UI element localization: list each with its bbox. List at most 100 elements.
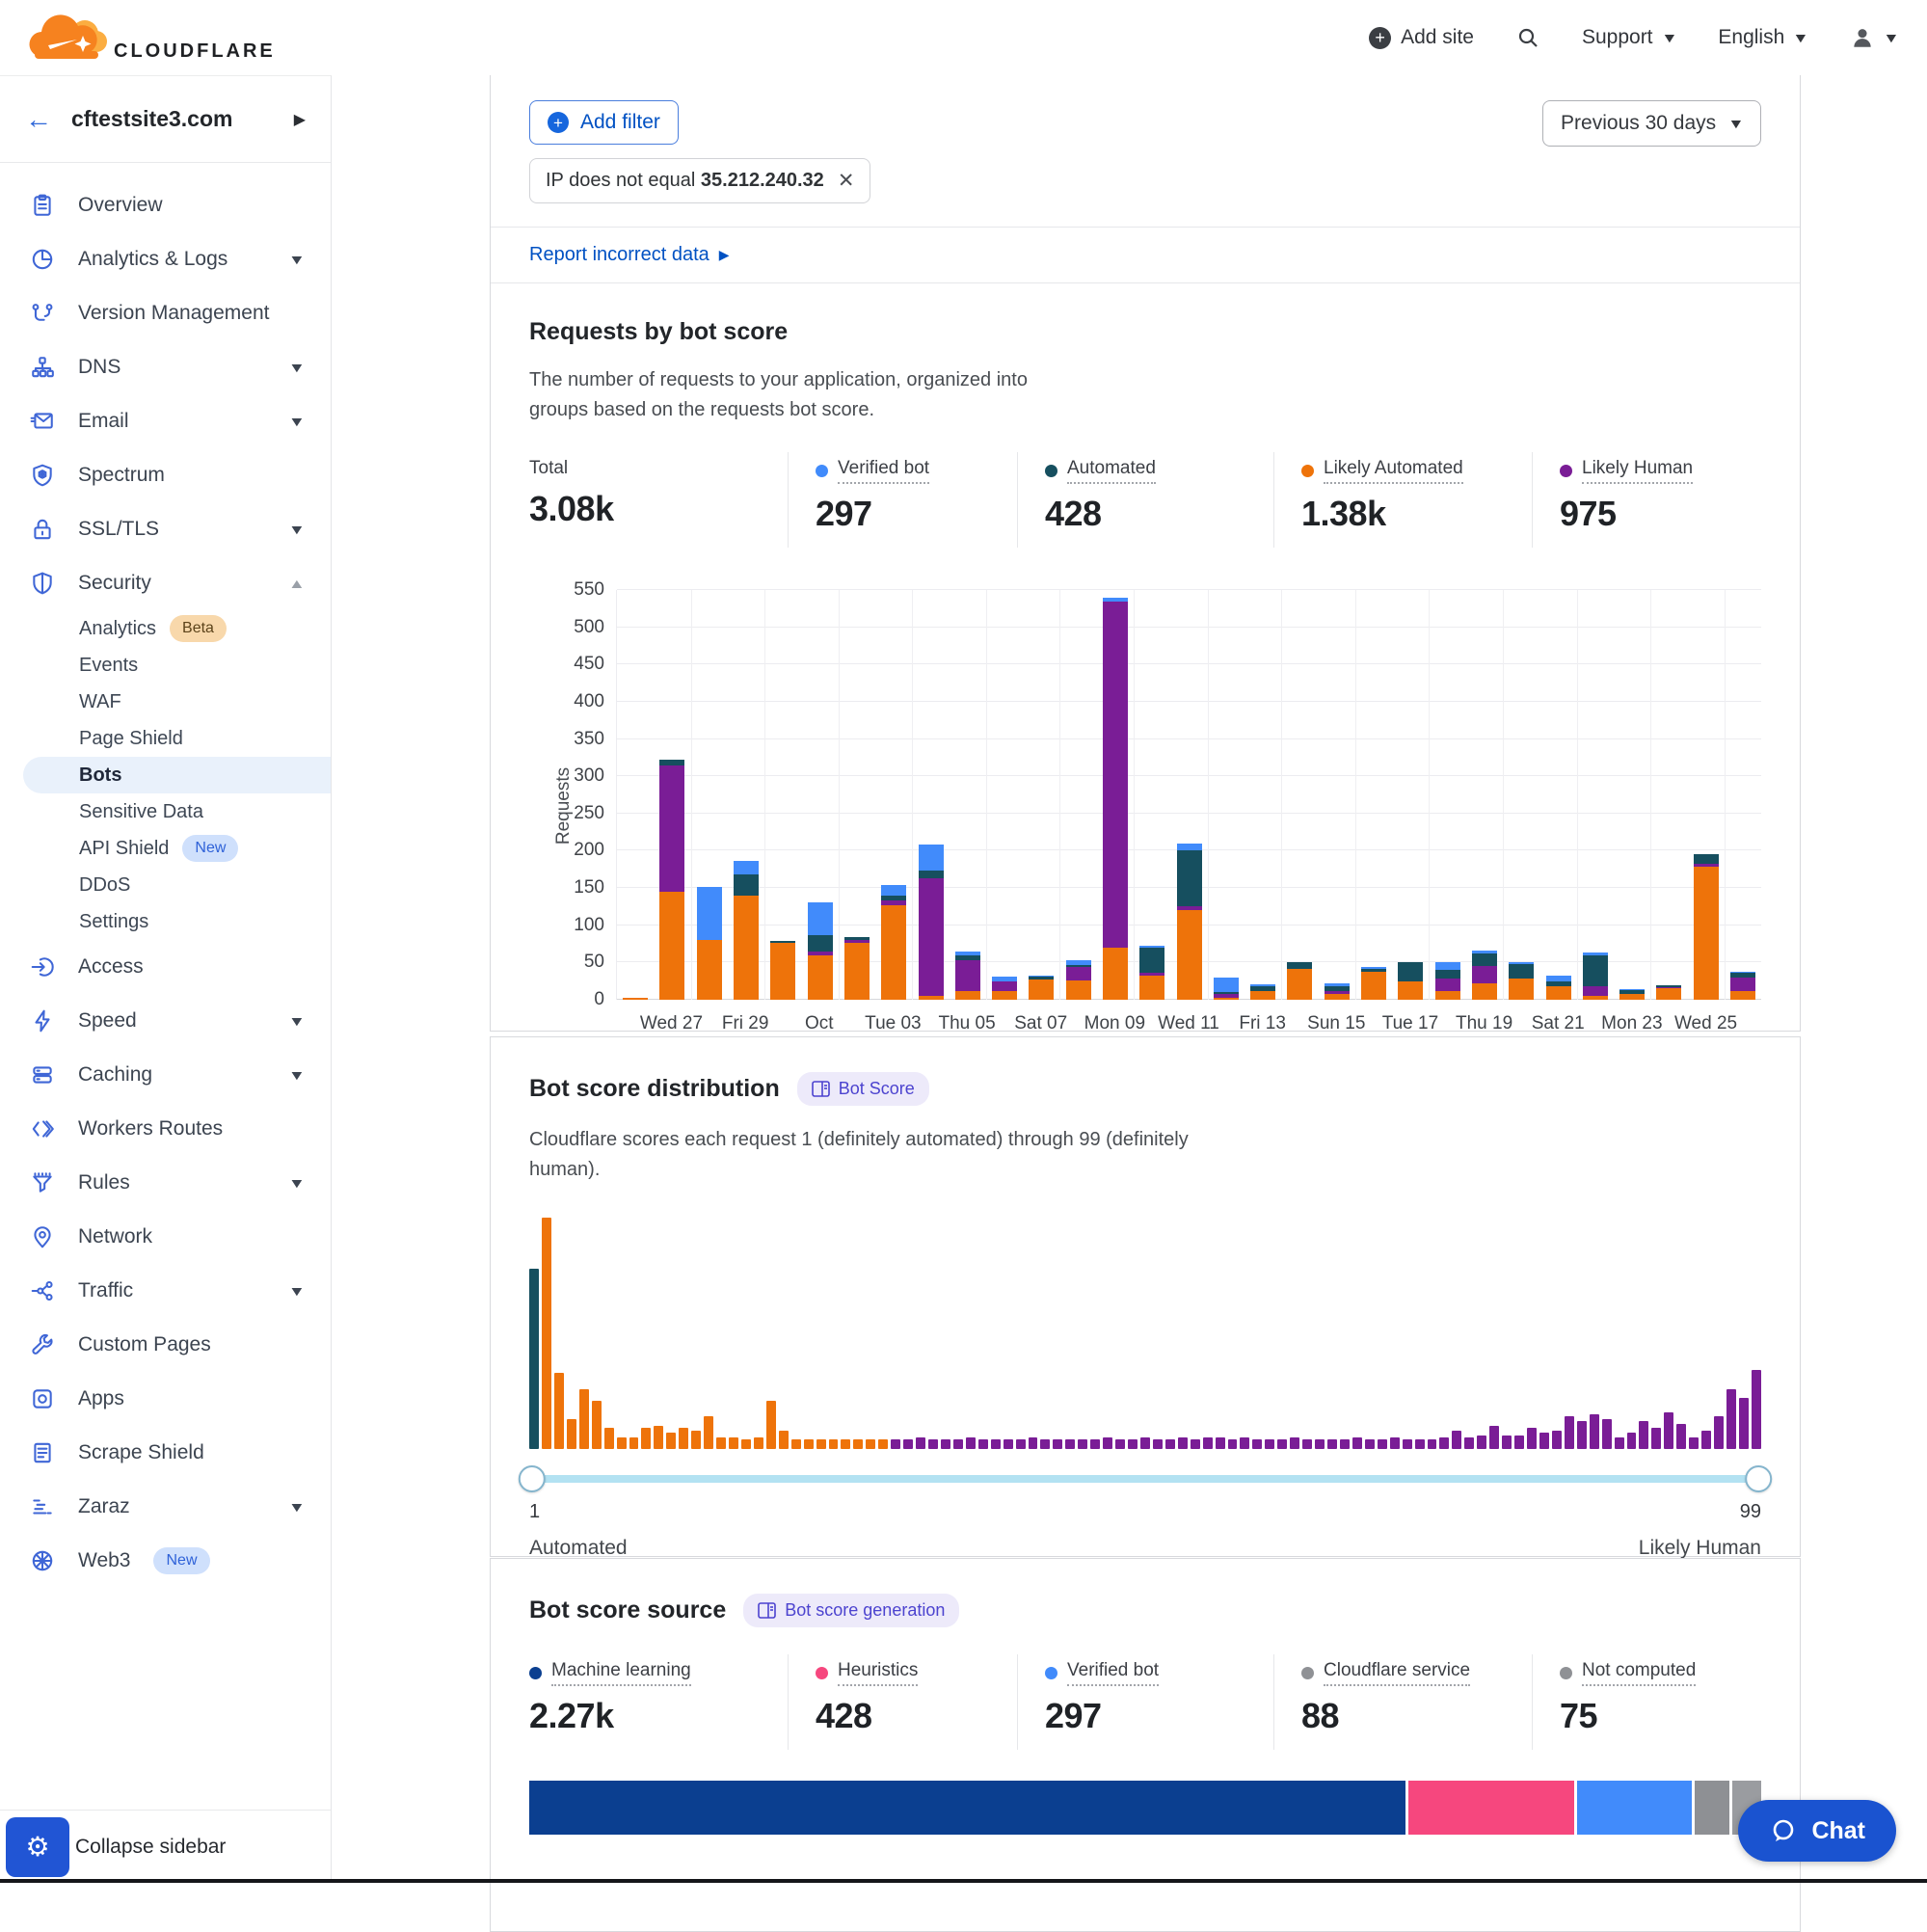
sidebar-item-sensitive-data[interactable]: Sensitive Data xyxy=(0,793,331,830)
bar-sat-30[interactable] xyxy=(764,590,801,1000)
stat-label[interactable]: Likely Human xyxy=(1582,458,1693,484)
bar-sat-21[interactable] xyxy=(1539,590,1576,1000)
stat-label[interactable]: Verified bot xyxy=(1067,1660,1159,1686)
bar-tue-17[interactable] xyxy=(1392,590,1429,1000)
sidebar-item-version-management[interactable]: Version Management xyxy=(0,286,331,340)
bar-sat-14[interactable] xyxy=(1281,590,1318,1000)
sidebar-item-analytics-logs[interactable]: Analytics & Logs▼ xyxy=(0,232,331,286)
source-segment-cloudflare-service[interactable] xyxy=(1695,1781,1728,1835)
report-incorrect-data-link[interactable]: Report incorrect data ▶ xyxy=(529,244,730,266)
bar-fri-13[interactable] xyxy=(1245,590,1281,1000)
search-button[interactable] xyxy=(1516,26,1539,49)
sidebar-item-bots[interactable]: Bots xyxy=(23,757,331,793)
bar-thu-26[interactable] xyxy=(1725,590,1761,1000)
collapse-sidebar-button[interactable]: Collapse sidebar xyxy=(75,1836,226,1859)
bar-thu-19[interactable] xyxy=(1466,590,1503,1000)
slider-handle-min[interactable] xyxy=(519,1465,546,1492)
slider-handle-max[interactable] xyxy=(1745,1465,1772,1492)
sidebar-item-caching[interactable]: Caching▼ xyxy=(0,1048,331,1102)
stat-label[interactable]: Automated xyxy=(1067,458,1156,484)
bar-wed-18[interactable] xyxy=(1430,590,1466,1000)
stat-label[interactable]: Cloudflare service xyxy=(1324,1660,1470,1686)
bot-score-histogram[interactable] xyxy=(529,1218,1761,1449)
sidebar-item-security[interactable]: Security▲ xyxy=(0,556,331,610)
bar-wed-11[interactable] xyxy=(1170,590,1207,1000)
site-selector[interactable]: ← cftestsite3.com ▶ xyxy=(0,76,331,163)
bar-thu-12[interactable] xyxy=(1208,590,1245,1000)
bar-mon-02[interactable] xyxy=(839,590,875,1000)
sidebar-item-zaraz[interactable]: Zaraz▼ xyxy=(0,1480,331,1534)
bar-wed-27[interactable] xyxy=(654,590,690,1000)
source-segment-heuristics[interactable] xyxy=(1408,1781,1574,1835)
filter-chip[interactable]: IP does not equal 35.212.240.32 ✕ xyxy=(529,158,870,203)
time-range-dropdown[interactable]: Previous 30 days ▼ xyxy=(1542,100,1761,147)
stat-label[interactable]: Likely Automated xyxy=(1324,458,1463,484)
bar-tue-03[interactable] xyxy=(875,590,912,1000)
bar-wed-25[interactable] xyxy=(1688,590,1725,1000)
bar-sun-15[interactable] xyxy=(1319,590,1355,1000)
bar-mon-23[interactable] xyxy=(1614,590,1650,1000)
stat-label[interactable]: Heuristics xyxy=(838,1660,918,1686)
sidebar-item-email[interactable]: Email▼ xyxy=(0,394,331,448)
stat-label[interactable]: Verified bot xyxy=(838,458,929,484)
sidebar-item-api-shield[interactable]: API ShieldNew xyxy=(0,830,331,867)
cloudflare-logo[interactable]: CLOUDFLARE xyxy=(29,13,276,63)
close-icon[interactable]: ✕ xyxy=(838,169,855,193)
chat-button[interactable]: Chat xyxy=(1738,1800,1896,1862)
sidebar-item-web3[interactable]: Web3New xyxy=(0,1534,331,1588)
source-segment-verified-bot[interactable] xyxy=(1577,1781,1692,1835)
bar-thu-05[interactable] xyxy=(950,590,986,1000)
bar-fri-20[interactable] xyxy=(1503,590,1539,1000)
sidebar-item-ssl-tls[interactable]: SSL/TLS▼ xyxy=(0,502,331,556)
sidebar-item-scrape-shield[interactable]: Scrape Shield xyxy=(0,1426,331,1480)
score-bar-82 xyxy=(1539,1433,1549,1449)
slider-track[interactable] xyxy=(529,1475,1761,1483)
bot-score-docs-badge[interactable]: Bot Score xyxy=(797,1072,929,1106)
stat-label[interactable]: Machine learning xyxy=(551,1660,691,1686)
bar-mon-09[interactable] xyxy=(1097,590,1134,1000)
sidebar-item-page-shield[interactable]: Page Shield xyxy=(0,720,331,757)
source-segment-machine-learning[interactable] xyxy=(529,1781,1405,1835)
sidebar-item-waf[interactable]: WAF xyxy=(0,684,331,720)
sidebar-item-network[interactable]: Network xyxy=(0,1210,331,1264)
bar-tue-26[interactable] xyxy=(617,590,654,1000)
sidebar-item-analytics[interactable]: AnalyticsBeta xyxy=(0,610,331,647)
sidebar-item-workers-routes[interactable]: Workers Routes xyxy=(0,1102,331,1156)
back-arrow-icon[interactable]: ← xyxy=(25,106,52,133)
sidebar-item-access[interactable]: Access xyxy=(0,940,331,994)
sidebar-item-label: Traffic xyxy=(78,1279,133,1302)
sidebar-item-apps[interactable]: Apps xyxy=(0,1372,331,1426)
sidebar-item-speed[interactable]: Speed▼ xyxy=(0,994,331,1048)
add-site-button[interactable]: + Add site xyxy=(1369,26,1474,49)
sidebar-item-ddos[interactable]: DDoS xyxy=(0,867,331,903)
language-menu[interactable]: English ▼ xyxy=(1718,26,1807,49)
sidebar-item-dns[interactable]: DNS▼ xyxy=(0,340,331,394)
chevron-right-icon[interactable]: ▶ xyxy=(294,110,306,129)
sidebar-item-custom-pages[interactable]: Custom Pages xyxy=(0,1318,331,1372)
bar-fri-29[interactable] xyxy=(728,590,764,1000)
bar-sun-08[interactable] xyxy=(1060,590,1097,1000)
sidebar-item-label: Version Management xyxy=(78,302,269,325)
support-menu[interactable]: Support ▼ xyxy=(1582,26,1675,49)
add-filter-button[interactable]: + Add filter xyxy=(529,100,679,145)
chart-plot-area[interactable] xyxy=(616,590,1761,1000)
sidebar-item-spectrum[interactable]: Spectrum xyxy=(0,448,331,502)
bar-sun-22[interactable] xyxy=(1577,590,1614,1000)
bar-tue-10[interactable] xyxy=(1134,590,1170,1000)
quick-settings-button[interactable]: ⚙ xyxy=(6,1817,69,1877)
sidebar-item-traffic[interactable]: Traffic▼ xyxy=(0,1264,331,1318)
bar-oct-01[interactable] xyxy=(801,590,838,1000)
bar-fri-06[interactable] xyxy=(986,590,1023,1000)
bar-sat-07[interactable] xyxy=(1023,590,1059,1000)
sidebar-item-rules[interactable]: Rules▼ xyxy=(0,1156,331,1210)
sidebar-item-events[interactable]: Events xyxy=(0,647,331,684)
bar-mon-16[interactable] xyxy=(1355,590,1392,1000)
bar-wed-04[interactable] xyxy=(912,590,949,1000)
stat-label[interactable]: Not computed xyxy=(1582,1660,1696,1686)
account-menu[interactable]: ▼ xyxy=(1850,25,1898,50)
bot-score-generation-docs-badge[interactable]: Bot score generation xyxy=(743,1594,959,1627)
sidebar-item-settings[interactable]: Settings xyxy=(0,903,331,940)
bar-thu-28[interactable] xyxy=(691,590,728,1000)
bar-tue-24[interactable] xyxy=(1650,590,1687,1000)
sidebar-item-overview[interactable]: Overview xyxy=(0,178,331,232)
